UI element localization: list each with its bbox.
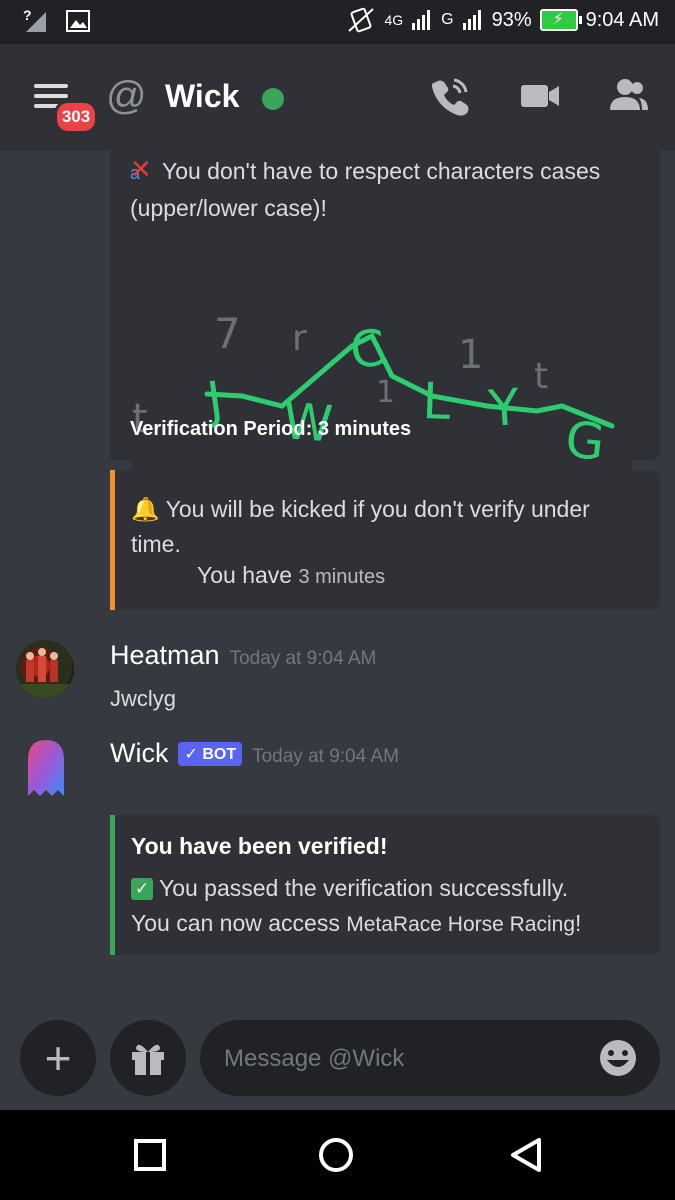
- avatar-image: [16, 648, 74, 698]
- captcha-noise-char: t: [534, 356, 548, 397]
- notification-badge: 303: [54, 100, 98, 134]
- verification-period: Verification Period: 3 minutes: [130, 418, 412, 440]
- message-input-wrapper: [200, 1020, 660, 1096]
- network-type: 4G: [384, 12, 404, 28]
- channel-title: Wick: [165, 78, 240, 114]
- avatar[interactable]: [16, 640, 74, 698]
- phone-call-icon[interactable]: [428, 74, 472, 118]
- emoji-icon[interactable]: [598, 1038, 638, 1078]
- check-icon: ✓: [131, 878, 153, 900]
- verified-line-2-prefix: You can now access: [131, 910, 340, 936]
- server-name: MetaRace Horse Racing: [346, 913, 575, 936]
- video-camera-icon[interactable]: [518, 74, 562, 118]
- vibrate-icon: [348, 7, 375, 33]
- message-input[interactable]: [222, 1038, 586, 1080]
- triangle-back-icon[interactable]: [505, 1135, 545, 1175]
- verified-line-1: You passed the verification successfully…: [158, 875, 569, 901]
- verified-title: You have been verified!: [131, 833, 388, 859]
- online-status-dot: [262, 88, 284, 110]
- plus-icon: +: [44, 1032, 72, 1084]
- captcha-char: L: [422, 372, 452, 431]
- bot-avatar[interactable]: [24, 738, 68, 804]
- message-timestamp: Today at 9:04 AM: [252, 746, 399, 767]
- message-composer: +: [0, 1010, 675, 1110]
- signal-icon-2: [462, 10, 481, 30]
- gallery-icon: [66, 10, 90, 32]
- message-timestamp: Today at 9:04 AM: [229, 648, 377, 669]
- captcha-noise-char: 1: [376, 375, 395, 410]
- system-nav-bar: [0, 1110, 675, 1200]
- signal-icon: [412, 10, 431, 30]
- author-name[interactable]: Wick: [110, 738, 168, 769]
- captcha-char: Y: [486, 378, 522, 438]
- bell-icon: 🔔: [131, 496, 160, 522]
- time-remaining: 3 minutes: [298, 566, 386, 588]
- author-name[interactable]: Heatman: [110, 640, 220, 671]
- verified-embed: You have been verified! ✓ You passed the…: [110, 815, 660, 955]
- bot-tag: ✓ BOT: [178, 742, 243, 766]
- warning-embed: 🔔 You will be kicked if you don't verify…: [110, 470, 660, 610]
- message-header: Heatman Today at 9:04 AM: [110, 640, 376, 671]
- svg-text:?: ?: [23, 8, 32, 23]
- carrier-label: G: [441, 11, 454, 28]
- battery-icon: ⚡: [539, 9, 582, 31]
- members-icon[interactable]: [606, 74, 650, 118]
- captcha-noise-char: r: [292, 318, 307, 359]
- channel-header: 303 @ Wick: [0, 44, 675, 150]
- captcha-embed: a ✕ You don't have to respect characters …: [110, 150, 660, 544]
- case-sensitivity-icon: a ✕: [130, 154, 152, 184]
- gift-button[interactable]: [110, 1020, 186, 1096]
- message-header: Wick ✓ BOT Today at 9:04 AM: [110, 738, 399, 769]
- at-icon: @: [106, 74, 147, 118]
- verified-line-2-suffix: !: [575, 910, 582, 936]
- square-icon[interactable]: [130, 1135, 170, 1175]
- captcha-noise-char: 7: [214, 309, 241, 358]
- message-text: Jwclyg: [110, 686, 177, 711]
- you-have-label: You have: [197, 562, 293, 588]
- circle-icon[interactable]: [316, 1135, 356, 1175]
- kick-warning-text: You will be kicked if you don't verify u…: [131, 496, 590, 557]
- captcha-noise-char: 1: [458, 332, 483, 378]
- captcha-char: C: [347, 319, 388, 380]
- battery-percent: 93%: [491, 8, 532, 31]
- case-note: You don't have to respect characters cas…: [130, 158, 601, 221]
- no-signal-icon: ?: [23, 8, 46, 32]
- captcha-char: G: [563, 410, 608, 472]
- clock: 9:04 AM: [585, 8, 659, 31]
- gift-icon: [132, 1044, 164, 1075]
- add-attachment-button[interactable]: +: [20, 1020, 96, 1096]
- status-bar: ? 4G G 93% ⚡ 9:04 AM: [0, 0, 675, 44]
